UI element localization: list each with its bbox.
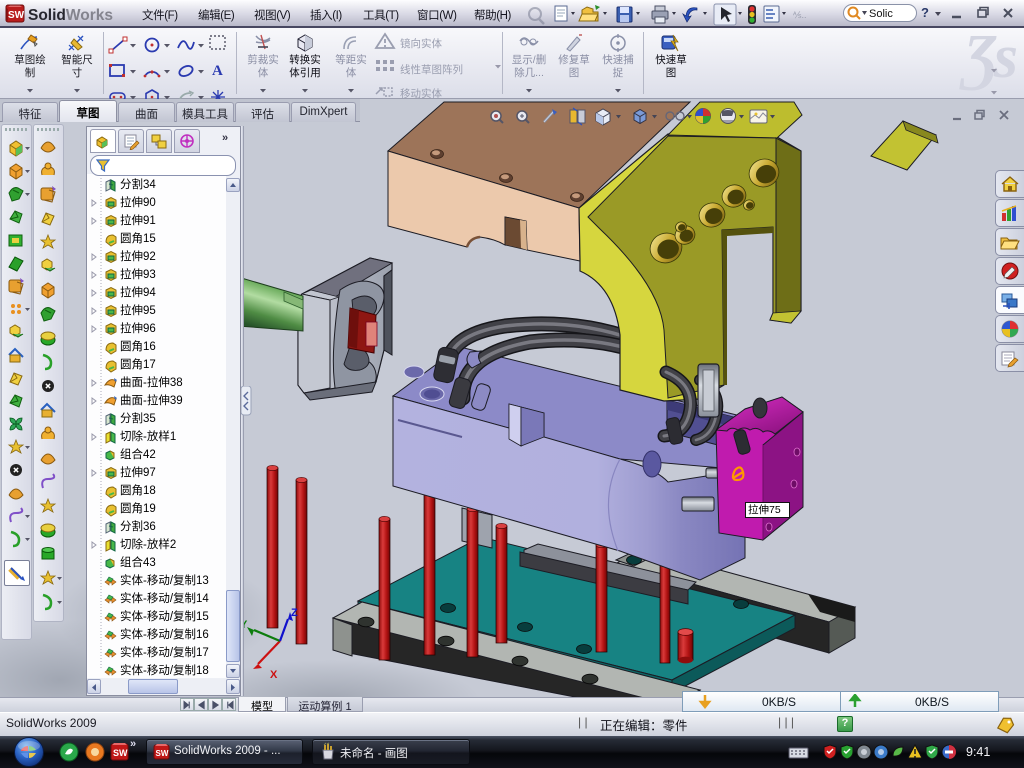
svg-text:圆角18: 圆角18 bbox=[120, 484, 156, 497]
svg-text:拉伸92: 拉伸92 bbox=[120, 249, 156, 263]
svg-text:曲面-拉伸38: 曲面-拉伸38 bbox=[120, 375, 183, 389]
svg-text:拉伸95: 拉伸95 bbox=[120, 303, 156, 317]
svg-text:组合42: 组合42 bbox=[120, 447, 156, 461]
svg-text:切除-放样2: 切除-放样2 bbox=[120, 537, 176, 551]
svg-text:SolidWorks: SolidWorks bbox=[28, 7, 113, 24]
svg-text:拉伸94: 拉伸94 bbox=[120, 285, 156, 299]
svg-text:拉伸96: 拉伸96 bbox=[120, 321, 156, 335]
svg-text:拉伸97: 拉伸97 bbox=[120, 465, 156, 479]
svg-text:实体-移动/复制13: 实体-移动/复制13 bbox=[120, 573, 209, 587]
svg-text:切除-放样1: 切除-放样1 bbox=[120, 429, 176, 443]
svg-text:圆角19: 圆角19 bbox=[120, 502, 156, 515]
svg-text:拉伸91: 拉伸91 bbox=[120, 213, 156, 227]
svg-text:SW: SW bbox=[113, 748, 128, 758]
svg-text:拉伸93: 拉伸93 bbox=[120, 267, 156, 281]
svg-text:分割35: 分割35 bbox=[120, 411, 156, 425]
svg-text:SW: SW bbox=[8, 10, 25, 21]
svg-text:组合43: 组合43 bbox=[120, 555, 156, 569]
svg-text:X: X bbox=[270, 669, 278, 681]
svg-text:分割34: 分割34 bbox=[120, 177, 156, 191]
svg-text:圆角16: 圆角16 bbox=[120, 340, 156, 353]
svg-text:A: A bbox=[212, 63, 223, 78]
svg-text:分割36: 分割36 bbox=[120, 519, 156, 533]
svg-text:实体-移动/复制15: 实体-移动/复制15 bbox=[120, 609, 209, 623]
svg-text:拉伸90: 拉伸90 bbox=[120, 195, 156, 209]
svg-text:Solic: Solic bbox=[869, 8, 893, 20]
svg-text:⅍..: ⅍.. bbox=[793, 10, 807, 20]
svg-text:实体-移动/复制14: 实体-移动/复制14 bbox=[120, 591, 209, 605]
svg-text:圆角17: 圆角17 bbox=[120, 358, 156, 371]
svg-text:实体-移动/复制16: 实体-移动/复制16 bbox=[120, 627, 209, 641]
svg-text:Z: Z bbox=[291, 607, 298, 619]
svg-text:实体-移动/复制17: 实体-移动/复制17 bbox=[120, 645, 209, 659]
svg-text:曲面-拉伸39: 曲面-拉伸39 bbox=[120, 393, 183, 407]
svg-text:SW: SW bbox=[156, 749, 169, 758]
svg-text:实体-移动/复制18: 实体-移动/复制18 bbox=[120, 663, 209, 677]
svg-text:圆角15: 圆角15 bbox=[120, 232, 156, 245]
